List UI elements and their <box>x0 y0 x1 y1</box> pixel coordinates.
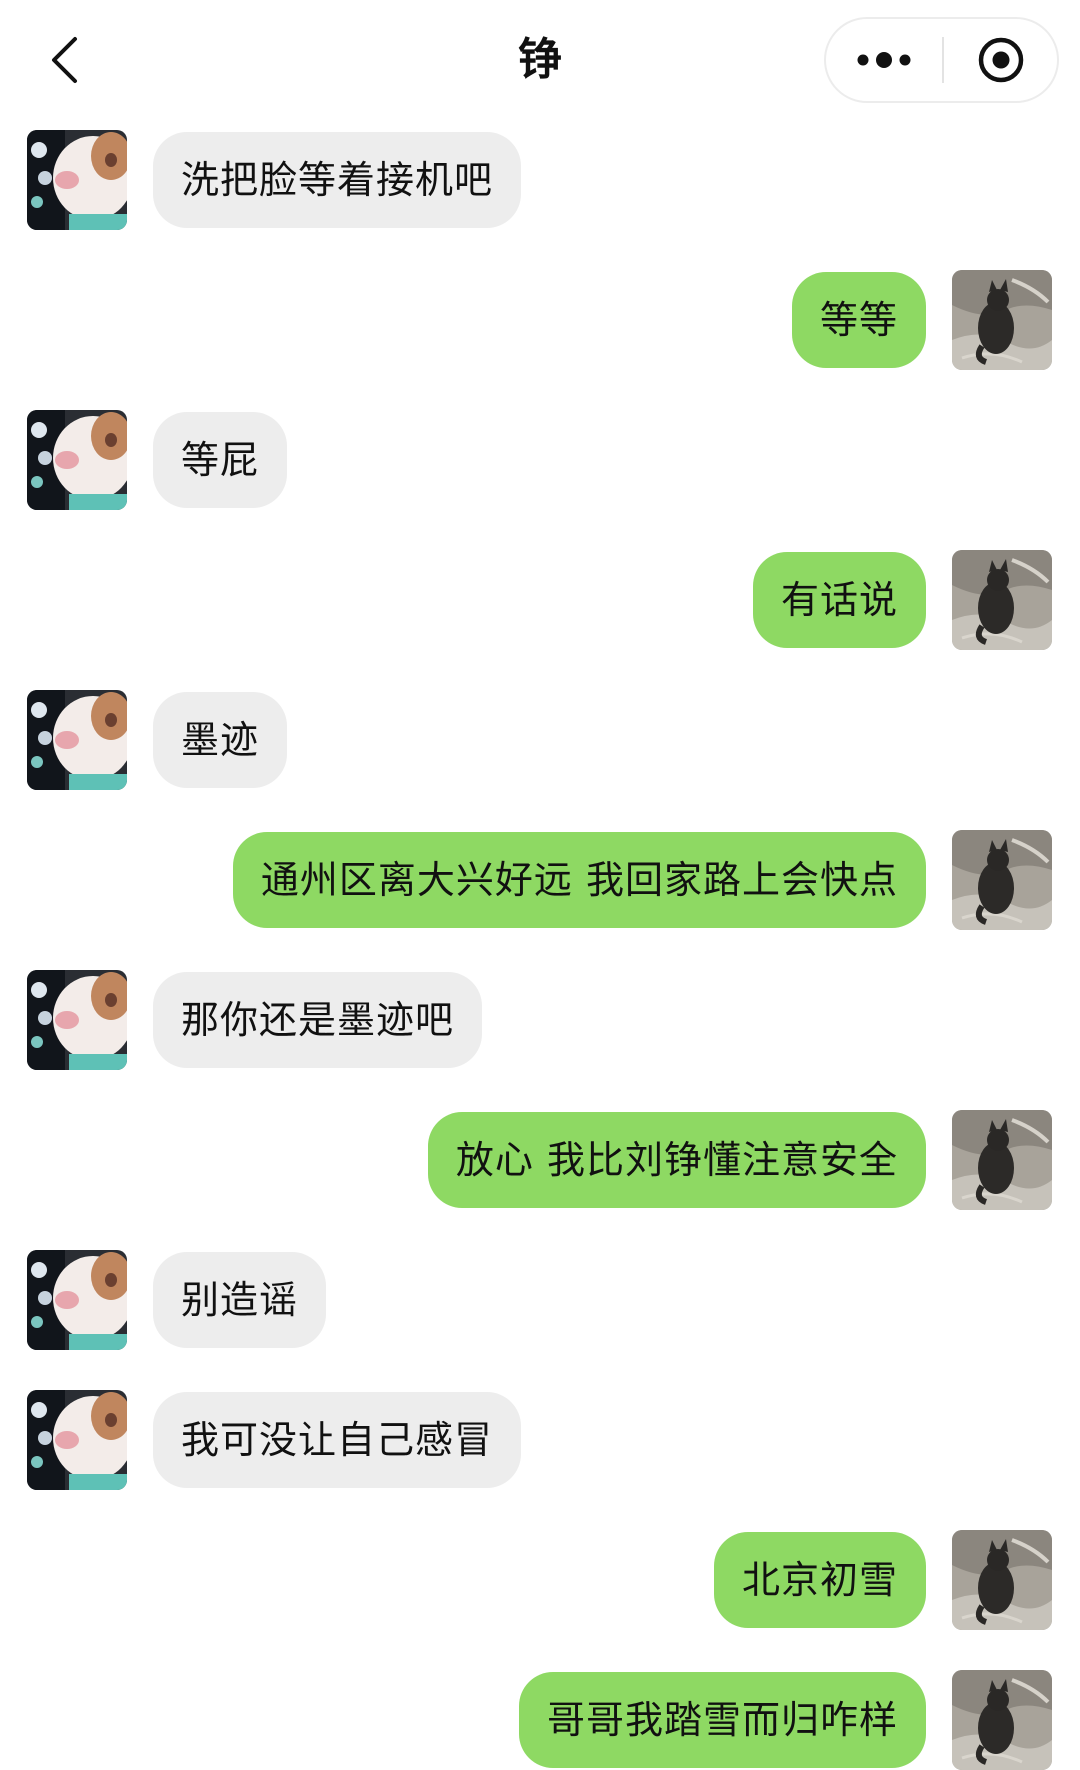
contact-avatar[interactable] <box>27 970 127 1070</box>
incoming-message-bubble[interactable]: 洗把脸等着接机吧 <box>153 132 522 228</box>
message-row: 别造谣 <box>0 1250 1080 1350</box>
message-row: 等等 <box>0 270 1080 370</box>
incoming-message-bubble[interactable]: 墨迹 <box>153 692 288 788</box>
top-bar: 铮 <box>0 0 1080 120</box>
outgoing-message-bubble[interactable]: 有话说 <box>752 552 926 648</box>
self-avatar[interactable] <box>952 270 1052 370</box>
incoming-message-bubble[interactable]: 那你还是墨迹吧 <box>153 972 483 1068</box>
self-avatar[interactable] <box>952 1110 1052 1210</box>
contact-avatar[interactable] <box>27 1250 127 1350</box>
contact-avatar[interactable] <box>27 1390 127 1490</box>
self-avatar[interactable] <box>952 1530 1052 1630</box>
message-row: 有话说 <box>0 550 1080 650</box>
chat-title: 铮 <box>518 34 562 85</box>
outgoing-message-bubble[interactable]: 等等 <box>791 272 926 368</box>
message-row: 北京初雪 <box>0 1530 1080 1630</box>
contact-avatar[interactable] <box>27 690 127 790</box>
incoming-message-bubble[interactable]: 等屁 <box>153 412 288 508</box>
back-button[interactable] <box>42 30 86 90</box>
incoming-message-bubble[interactable]: 别造谣 <box>153 1252 327 1348</box>
message-row: 等屁 <box>0 410 1080 510</box>
more-button[interactable] <box>826 19 942 101</box>
message-row: 放心 我比刘铮懂注意安全 <box>0 1110 1080 1210</box>
contact-avatar[interactable] <box>27 410 127 510</box>
contact-avatar[interactable] <box>27 130 127 230</box>
self-avatar[interactable] <box>952 550 1052 650</box>
message-row: 我可没让自己感冒 <box>0 1390 1080 1490</box>
outgoing-message-bubble[interactable]: 北京初雪 <box>713 1532 926 1628</box>
incoming-message-bubble[interactable]: 我可没让自己感冒 <box>153 1392 522 1488</box>
message-row: 洗把脸等着接机吧 <box>0 130 1080 230</box>
mini-program-capsule <box>824 17 1059 103</box>
message-row: 通州区离大兴好远 我回家路上会快点 <box>0 830 1080 930</box>
outgoing-message-bubble[interactable]: 通州区离大兴好远 我回家路上会快点 <box>232 832 926 928</box>
message-row: 墨迹 <box>0 690 1080 790</box>
more-dots-icon <box>857 52 911 68</box>
message-row: 哥哥我踏雪而归咋样 <box>0 1670 1080 1770</box>
message-row: 那你还是墨迹吧 <box>0 970 1080 1070</box>
outgoing-message-bubble[interactable]: 放心 我比刘铮懂注意安全 <box>427 1112 926 1208</box>
outgoing-message-bubble[interactable]: 哥哥我踏雪而归咋样 <box>518 1672 926 1768</box>
self-avatar[interactable] <box>952 830 1052 930</box>
self-avatar[interactable] <box>952 1670 1052 1770</box>
target-circle-icon <box>978 37 1023 83</box>
chevron-left-icon <box>52 37 77 83</box>
close-button[interactable] <box>944 19 1057 101</box>
